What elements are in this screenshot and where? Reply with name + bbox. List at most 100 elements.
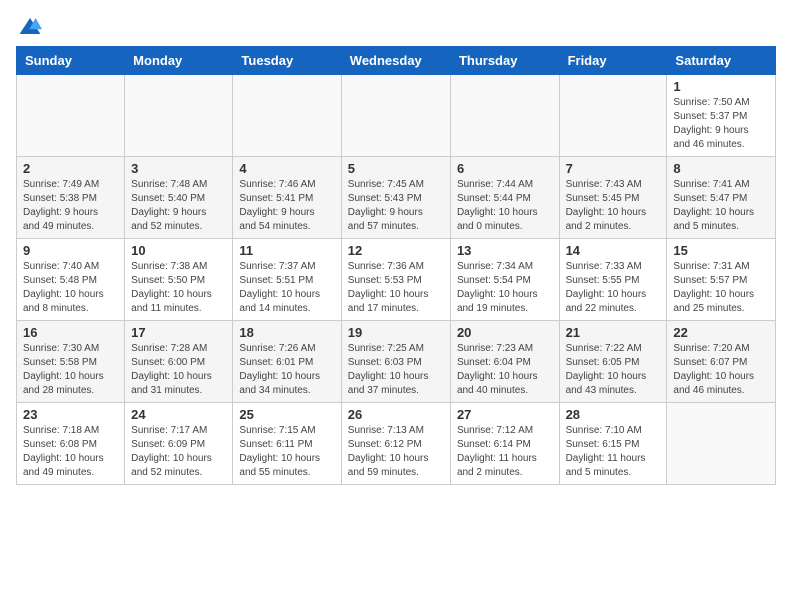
day-number: 20	[457, 325, 553, 340]
day-info: Sunrise: 7:25 AM Sunset: 6:03 PM Dayligh…	[348, 342, 444, 398]
calendar-cell: 10 Sunrise: 7:38 AM Sunset: 5:50 PM Dayli…	[125, 239, 233, 321]
day-number: 25	[239, 407, 334, 422]
day-number: 1	[673, 79, 769, 94]
calendar-cell: 21 Sunrise: 7:22 AM Sunset: 6:05 PM Dayli…	[559, 321, 667, 403]
day-info: Sunrise: 7:22 AM Sunset: 6:05 PM Dayligh…	[566, 342, 661, 398]
day-number: 10	[131, 243, 226, 258]
day-number: 13	[457, 243, 553, 258]
day-number: 23	[23, 407, 118, 422]
day-number: 19	[348, 325, 444, 340]
day-number: 14	[566, 243, 661, 258]
day-number: 28	[566, 407, 661, 422]
day-number: 2	[23, 161, 118, 176]
day-info: Sunrise: 7:49 AM Sunset: 5:38 PM Dayligh…	[23, 178, 118, 234]
day-info: Sunrise: 7:33 AM Sunset: 5:55 PM Dayligh…	[566, 260, 661, 316]
calendar-cell	[125, 75, 233, 157]
calendar-cell: 26 Sunrise: 7:13 AM Sunset: 6:12 PM Dayli…	[341, 403, 450, 485]
weekday-header-sunday: Sunday	[17, 47, 125, 75]
day-info: Sunrise: 7:17 AM Sunset: 6:09 PM Dayligh…	[131, 424, 226, 480]
day-info: Sunrise: 7:45 AM Sunset: 5:43 PM Dayligh…	[348, 178, 444, 234]
day-info: Sunrise: 7:40 AM Sunset: 5:48 PM Dayligh…	[23, 260, 118, 316]
logo	[16, 16, 44, 36]
day-info: Sunrise: 7:15 AM Sunset: 6:11 PM Dayligh…	[239, 424, 334, 480]
calendar-cell	[233, 75, 341, 157]
day-number: 17	[131, 325, 226, 340]
day-info: Sunrise: 7:13 AM Sunset: 6:12 PM Dayligh…	[348, 424, 444, 480]
calendar-week-row: 2 Sunrise: 7:49 AM Sunset: 5:38 PM Daylig…	[17, 157, 776, 239]
calendar-cell: 23Sunrise: 7:18 AM Sunset: 6:08 PM Dayli…	[17, 403, 125, 485]
weekday-header-thursday: Thursday	[450, 47, 559, 75]
day-info: Sunrise: 7:30 AM Sunset: 5:58 PM Dayligh…	[23, 342, 118, 398]
day-info: Sunrise: 7:23 AM Sunset: 6:04 PM Dayligh…	[457, 342, 553, 398]
day-info: Sunrise: 7:26 AM Sunset: 6:01 PM Dayligh…	[239, 342, 334, 398]
calendar-cell: 11Sunrise: 7:37 AM Sunset: 5:51 PM Dayli…	[233, 239, 341, 321]
weekday-header-friday: Friday	[559, 47, 667, 75]
day-number: 15	[673, 243, 769, 258]
calendar-cell: 2 Sunrise: 7:49 AM Sunset: 5:38 PM Daylig…	[17, 157, 125, 239]
day-info: Sunrise: 7:41 AM Sunset: 5:47 PM Dayligh…	[673, 178, 769, 234]
calendar-week-row: 1Sunrise: 7:50 AM Sunset: 5:37 PM Daylig…	[17, 75, 776, 157]
day-number: 18	[239, 325, 334, 340]
day-info: Sunrise: 7:38 AM Sunset: 5:50 PM Dayligh…	[131, 260, 226, 316]
calendar-cell: 15 Sunrise: 7:31 AM Sunset: 5:57 PM Dayli…	[667, 239, 776, 321]
calendar-cell: 8 Sunrise: 7:41 AM Sunset: 5:47 PM Daylig…	[667, 157, 776, 239]
calendar-cell: 13Sunrise: 7:34 AM Sunset: 5:54 PM Dayli…	[450, 239, 559, 321]
calendar-week-row: 16 Sunrise: 7:30 AM Sunset: 5:58 PM Dayli…	[17, 321, 776, 403]
day-number: 8	[673, 161, 769, 176]
calendar-cell	[667, 403, 776, 485]
calendar-cell	[450, 75, 559, 157]
calendar-cell: 4 Sunrise: 7:46 AM Sunset: 5:41 PM Daylig…	[233, 157, 341, 239]
day-number: 24	[131, 407, 226, 422]
calendar-cell: 1Sunrise: 7:50 AM Sunset: 5:37 PM Daylig…	[667, 75, 776, 157]
day-number: 27	[457, 407, 553, 422]
calendar-cell	[341, 75, 450, 157]
calendar-cell: 7 Sunrise: 7:43 AM Sunset: 5:45 PM Daylig…	[559, 157, 667, 239]
day-number: 26	[348, 407, 444, 422]
weekday-header-wednesday: Wednesday	[341, 47, 450, 75]
day-number: 21	[566, 325, 661, 340]
day-info: Sunrise: 7:20 AM Sunset: 6:07 PM Dayligh…	[673, 342, 769, 398]
day-number: 12	[348, 243, 444, 258]
day-number: 6	[457, 161, 553, 176]
calendar-cell: 27 Sunrise: 7:12 AM Sunset: 6:14 PM Dayli…	[450, 403, 559, 485]
calendar-cell: 25 Sunrise: 7:15 AM Sunset: 6:11 PM Dayli…	[233, 403, 341, 485]
calendar-cell	[559, 75, 667, 157]
day-info: Sunrise: 7:44 AM Sunset: 5:44 PM Dayligh…	[457, 178, 553, 234]
day-info: Sunrise: 7:31 AM Sunset: 5:57 PM Dayligh…	[673, 260, 769, 316]
day-info: Sunrise: 7:10 AM Sunset: 6:15 PM Dayligh…	[566, 424, 661, 480]
calendar-cell: 5Sunrise: 7:45 AM Sunset: 5:43 PM Daylig…	[341, 157, 450, 239]
day-number: 22	[673, 325, 769, 340]
calendar-cell: 12 Sunrise: 7:36 AM Sunset: 5:53 PM Dayli…	[341, 239, 450, 321]
day-number: 7	[566, 161, 661, 176]
day-number: 9	[23, 243, 118, 258]
calendar-cell: 19 Sunrise: 7:25 AM Sunset: 6:03 PM Dayli…	[341, 321, 450, 403]
calendar-week-row: 9 Sunrise: 7:40 AM Sunset: 5:48 PM Daylig…	[17, 239, 776, 321]
weekday-header-tuesday: Tuesday	[233, 47, 341, 75]
calendar-cell: 20 Sunrise: 7:23 AM Sunset: 6:04 PM Dayli…	[450, 321, 559, 403]
day-info: Sunrise: 7:48 AM Sunset: 5:40 PM Dayligh…	[131, 178, 226, 234]
weekday-header-saturday: Saturday	[667, 47, 776, 75]
calendar-cell: 6 Sunrise: 7:44 AM Sunset: 5:44 PM Daylig…	[450, 157, 559, 239]
calendar-cell: 3 Sunrise: 7:48 AM Sunset: 5:40 PM Daylig…	[125, 157, 233, 239]
day-info: Sunrise: 7:36 AM Sunset: 5:53 PM Dayligh…	[348, 260, 444, 316]
calendar-cell: 24 Sunrise: 7:17 AM Sunset: 6:09 PM Dayli…	[125, 403, 233, 485]
calendar-cell: 16 Sunrise: 7:30 AM Sunset: 5:58 PM Dayli…	[17, 321, 125, 403]
calendar-cell: 9 Sunrise: 7:40 AM Sunset: 5:48 PM Daylig…	[17, 239, 125, 321]
calendar-cell: 22 Sunrise: 7:20 AM Sunset: 6:07 PM Dayli…	[667, 321, 776, 403]
calendar-cell: 18 Sunrise: 7:26 AM Sunset: 6:01 PM Dayli…	[233, 321, 341, 403]
day-info: Sunrise: 7:28 AM Sunset: 6:00 PM Dayligh…	[131, 342, 226, 398]
weekday-header-monday: Monday	[125, 47, 233, 75]
day-info: Sunrise: 7:12 AM Sunset: 6:14 PM Dayligh…	[457, 424, 553, 480]
calendar-table: SundayMondayTuesdayWednesdayThursdayFrid…	[16, 46, 776, 485]
day-number: 16	[23, 325, 118, 340]
day-info: Sunrise: 7:37 AM Sunset: 5:51 PM Dayligh…	[239, 260, 334, 316]
logo-icon	[18, 16, 42, 36]
day-number: 3	[131, 161, 226, 176]
day-info: Sunrise: 7:43 AM Sunset: 5:45 PM Dayligh…	[566, 178, 661, 234]
day-number: 4	[239, 161, 334, 176]
calendar-cell	[17, 75, 125, 157]
calendar-cell: 28 Sunrise: 7:10 AM Sunset: 6:15 PM Dayli…	[559, 403, 667, 485]
calendar-week-row: 23Sunrise: 7:18 AM Sunset: 6:08 PM Dayli…	[17, 403, 776, 485]
calendar-cell: 14 Sunrise: 7:33 AM Sunset: 5:55 PM Dayli…	[559, 239, 667, 321]
day-info: Sunrise: 7:46 AM Sunset: 5:41 PM Dayligh…	[239, 178, 334, 234]
